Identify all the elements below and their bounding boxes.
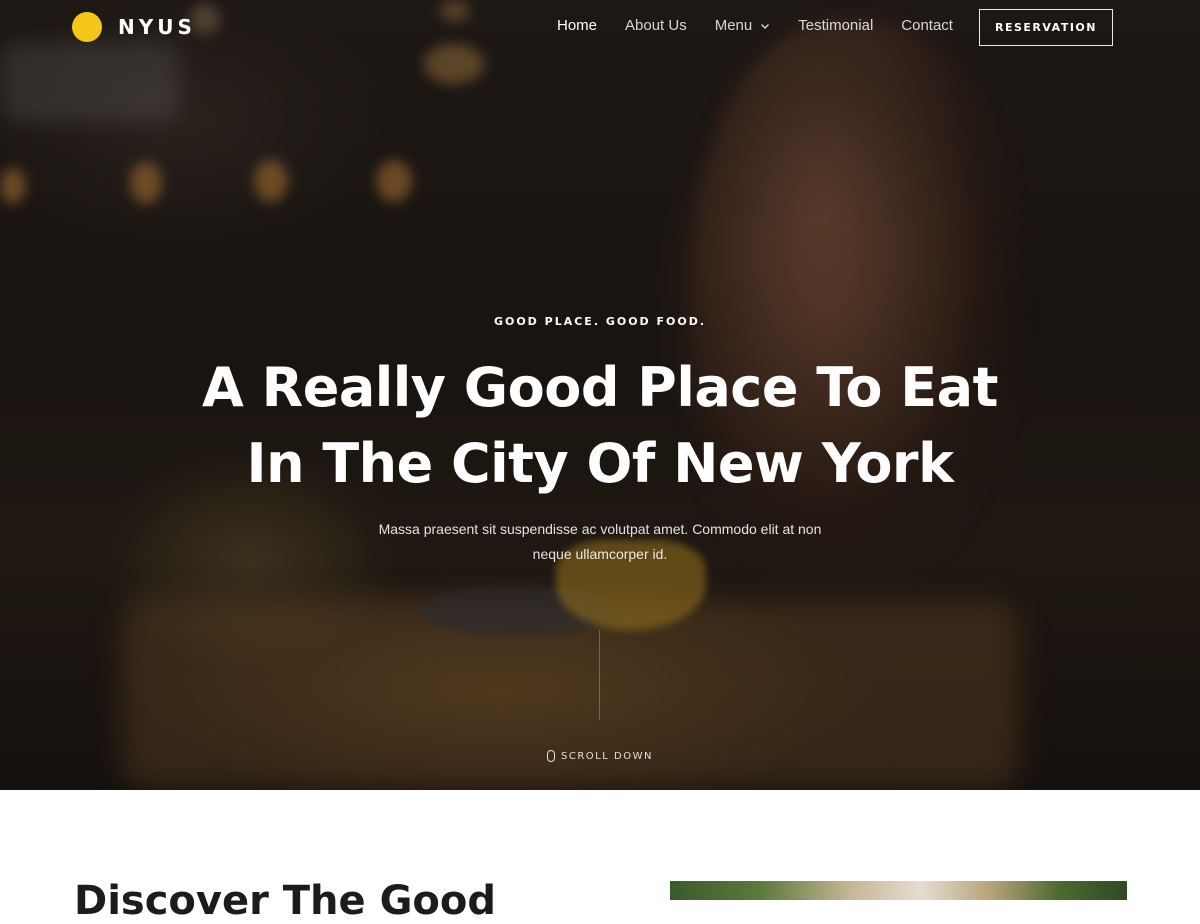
hero-headline-line: A Really Good Place To Eat <box>202 356 998 419</box>
nav-item-label: Home <box>557 17 598 34</box>
reservation-button[interactable]: RESERVATION <box>979 9 1113 46</box>
logo-circle-icon <box>72 12 102 42</box>
scroll-down-link[interactable]: SCROLL DOWN <box>0 750 1200 762</box>
scroll-down-label: SCROLL DOWN <box>561 750 653 762</box>
nav-item-home[interactable]: Home <box>557 17 597 34</box>
nav-item-label: Menu <box>714 17 753 34</box>
nav-item-testimonial[interactable]: Testimonial <box>798 17 873 34</box>
nav-item-label: Contact <box>901 17 953 34</box>
nav-item-menu[interactable]: Menu <box>715 17 771 34</box>
nav-item-contact[interactable]: Contact <box>901 17 953 34</box>
main-nav: Home About Us Menu Testimonial Contact <box>557 17 981 34</box>
logo-text: NYUS <box>118 15 196 39</box>
hero-headline-line: In The City Of New York <box>246 432 954 495</box>
nav-item-about-us[interactable]: About Us <box>625 17 687 34</box>
hero-kicker: GOOD PLACE. GOOD FOOD. <box>493 315 707 328</box>
section-photo <box>670 881 1127 900</box>
hero-headline: A Really Good Place To Eat In The City O… <box>0 350 1200 502</box>
section-heading: Discover The Good <box>74 878 497 924</box>
chevron-down-icon <box>761 23 770 29</box>
hero-divider-line <box>599 630 600 720</box>
site-logo[interactable]: NYUS <box>72 12 196 42</box>
mouse-icon <box>547 750 556 762</box>
hero-section: NYUS Home About Us Menu Testimonial Cont… <box>0 0 1200 790</box>
nav-item-label: Testimonial <box>798 17 874 34</box>
hero-subtext: Massa praesent sit suspendisse ac volutp… <box>378 521 822 562</box>
nav-item-label: About Us <box>625 17 687 34</box>
